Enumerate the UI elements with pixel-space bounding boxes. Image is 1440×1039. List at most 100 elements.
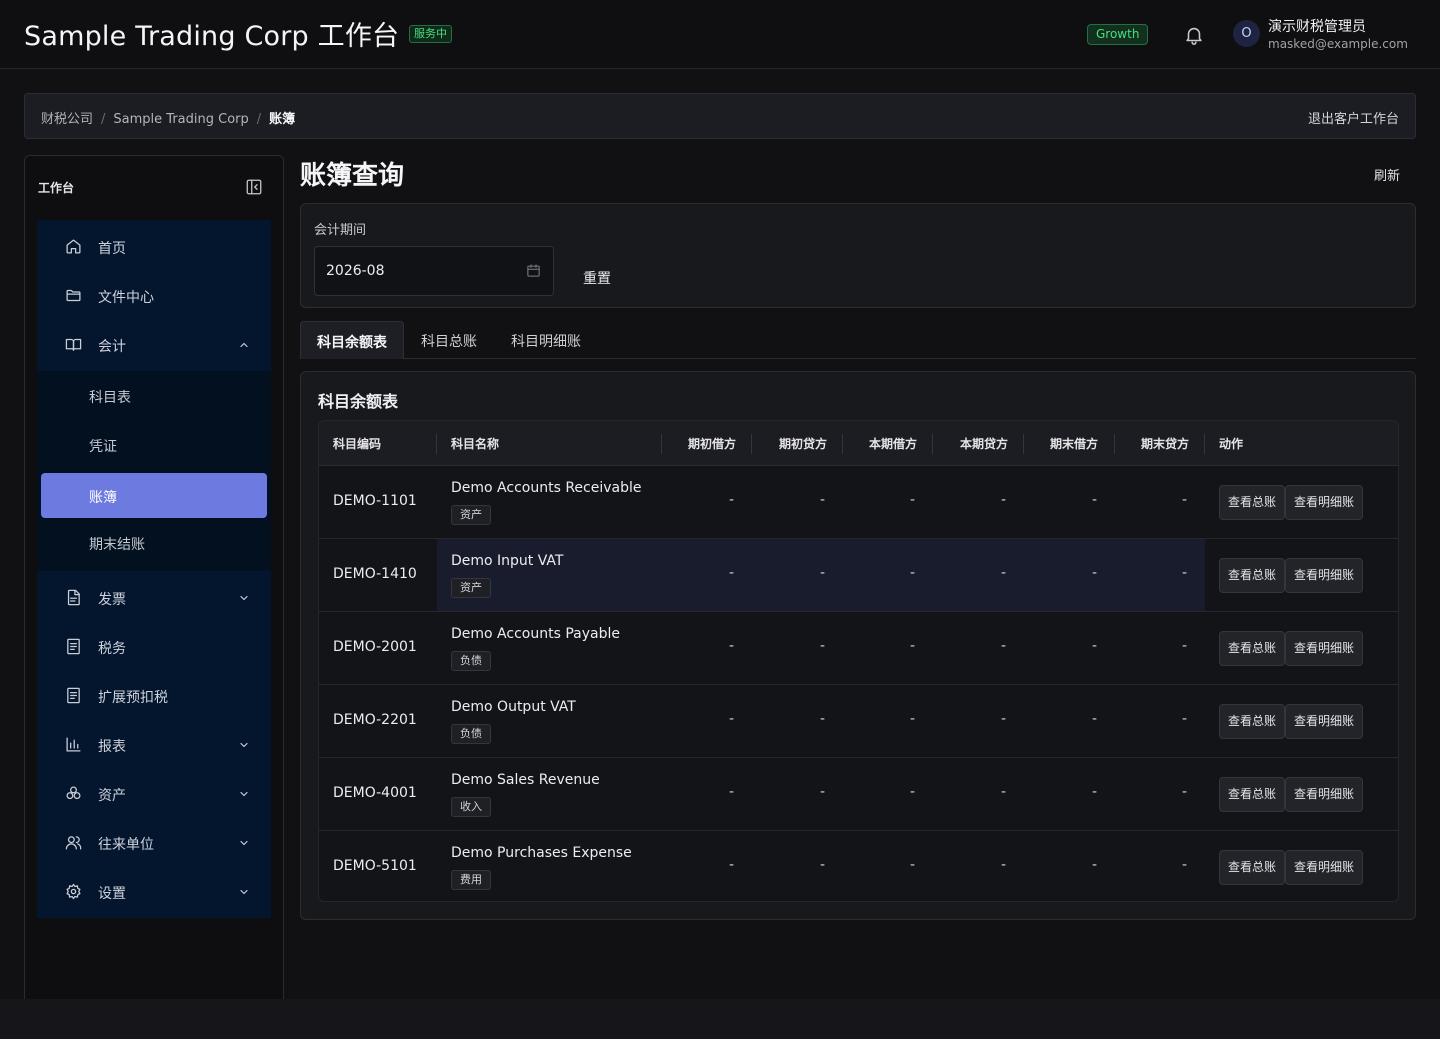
view-general-ledger-button[interactable]: 查看总账 [1219, 850, 1286, 885]
view-detail-ledger-button[interactable]: 查看明细账 [1285, 777, 1364, 812]
view-detail-ledger-button[interactable]: 查看明细账 [1285, 850, 1364, 885]
breadcrumb-item-client[interactable]: Sample Trading Corp [113, 112, 248, 127]
sidebar-item-label: 文件中心 [98, 290, 154, 306]
view-general-ledger-button[interactable]: 查看总账 [1219, 777, 1286, 812]
sidebar-item-accounting[interactable]: 会计 [37, 320, 271, 369]
opening-debit-value: - [729, 784, 735, 800]
account-name: Demo Purchases Expense [451, 845, 632, 861]
period-debit-value: - [910, 565, 916, 581]
column-header-opening-credit: 期初贷方 [779, 437, 828, 451]
user-name: 演示财税管理员 [1268, 19, 1366, 35]
submenu-item-period-close[interactable]: 期末结账 [37, 520, 271, 565]
avatar[interactable]: O [1233, 20, 1260, 47]
breadcrumb-bar: 财税公司 / Sample Trading Corp / 账簿 退出客户工作台 [24, 93, 1416, 139]
ledger-tabs: 科目余额表 科目总账 科目明细账 [300, 321, 1416, 359]
column-divider [1204, 434, 1205, 454]
chevron-down-icon [240, 742, 248, 748]
column-divider [1114, 434, 1115, 454]
sidebar-item-home[interactable]: 首页 [37, 222, 271, 271]
home-icon [66, 239, 81, 254]
view-general-ledger-button[interactable]: 查看总账 [1219, 485, 1286, 520]
sidebar-item-withholding[interactable]: 扩展预扣税 [37, 671, 271, 720]
footer-strip [0, 999, 1440, 1039]
column-header-opening-debit: 期初借方 [688, 437, 737, 451]
account-code: DEMO-1410 [333, 566, 417, 582]
bell-icon[interactable] [1183, 24, 1205, 46]
breadcrumb-separator: / [256, 112, 262, 127]
tab-general-ledger[interactable]: 科目总账 [414, 321, 484, 359]
chevron-down-icon [240, 889, 248, 895]
closing-credit-value: - [1182, 857, 1188, 873]
closing-debit-value: - [1092, 638, 1098, 654]
opening-credit-value: - [820, 784, 826, 800]
period-label: 会计期间 [314, 223, 367, 238]
closing-credit-value: - [1182, 638, 1188, 654]
reset-button[interactable]: 重置 [583, 268, 611, 288]
sidebar-item-counterparties[interactable]: 往来单位 [37, 818, 271, 867]
closing-credit-value: - [1182, 565, 1188, 581]
gear-icon [66, 883, 81, 900]
filter-card: 会计期间 2026-08 重置 [300, 203, 1416, 308]
submenu-item-chart-of-accounts[interactable]: 科目表 [37, 373, 271, 418]
opening-debit-value: - [729, 711, 735, 727]
chevron-down-icon [240, 791, 248, 797]
submenu-item-label: 科目表 [89, 390, 131, 406]
sidebar-nav: 首页 文件中心 会计 科目表 凭证 账簿 期末结账 发票 税务 扩展预扣税 报表… [37, 220, 271, 918]
sidebar-collapse-icon[interactable] [245, 178, 263, 196]
table-row: DEMO-1101 Demo Accounts Receivable 资产 - … [319, 466, 1398, 539]
view-detail-ledger-button[interactable]: 查看明细账 [1285, 485, 1364, 520]
sidebar-item-label: 报表 [98, 739, 126, 755]
view-general-ledger-button[interactable]: 查看总账 [1219, 631, 1286, 666]
period-debit-value: - [910, 711, 916, 727]
closing-debit-value: - [1092, 857, 1098, 873]
submenu-item-label: 凭证 [89, 439, 117, 455]
column-divider [436, 434, 437, 454]
sidebar-item-settings[interactable]: 设置 [37, 867, 271, 916]
account-type-tag: 资产 [451, 505, 491, 525]
sidebar-item-tax[interactable]: 税务 [37, 622, 271, 671]
account-code: DEMO-2201 [333, 712, 417, 728]
view-detail-ledger-button[interactable]: 查看明细账 [1285, 558, 1364, 593]
column-divider [751, 434, 752, 454]
view-general-ledger-button[interactable]: 查看总账 [1219, 704, 1286, 739]
period-debit-value: - [910, 857, 916, 873]
period-credit-value: - [1001, 492, 1007, 508]
period-debit-value: - [910, 638, 916, 654]
refresh-button[interactable]: 刷新 [1374, 165, 1400, 184]
account-name: Demo Accounts Payable [451, 626, 620, 642]
sidebar-item-reports[interactable]: 报表 [37, 720, 271, 769]
account-code: DEMO-1101 [333, 493, 417, 509]
sidebar-item-assets[interactable]: 资产 [37, 769, 271, 818]
submenu-item-ledgers[interactable]: 账簿 [41, 473, 267, 518]
column-header-name: 科目名称 [451, 437, 500, 451]
sidebar-item-files[interactable]: 文件中心 [37, 271, 271, 320]
tab-detail-ledger[interactable]: 科目明细账 [506, 321, 586, 359]
submenu-item-label: 期末结账 [89, 537, 145, 553]
period-debit-value: - [910, 492, 916, 508]
opening-debit-value: - [729, 857, 735, 873]
column-divider [842, 434, 843, 454]
view-detail-ledger-button[interactable]: 查看明细账 [1285, 704, 1364, 739]
period-credit-value: - [1001, 565, 1007, 581]
view-detail-ledger-button[interactable]: 查看明细账 [1285, 631, 1364, 666]
boxes-icon [66, 786, 81, 800]
tab-balance-sheet[interactable]: 科目余额表 [300, 321, 404, 359]
view-general-ledger-button[interactable]: 查看总账 [1219, 558, 1286, 593]
table-header: 科目编码 科目名称 期初借方 期初贷方 本期借方 本期贷方 期末借方 期末贷方 … [319, 421, 1398, 466]
exit-client-workspace-link[interactable]: 退出客户工作台 [1308, 108, 1399, 127]
chevron-up-icon [240, 342, 248, 348]
sidebar-item-label: 税务 [98, 641, 126, 657]
closing-debit-value: - [1092, 784, 1098, 800]
sidebar-item-invoices[interactable]: 发票 [37, 573, 271, 622]
sidebar-item-label: 会计 [98, 339, 126, 355]
app-title: Sample Trading Corp 工作台 [24, 21, 400, 52]
closing-credit-value: - [1182, 711, 1188, 727]
closing-debit-value: - [1092, 492, 1098, 508]
account-code: DEMO-4001 [333, 785, 417, 801]
calendar-icon[interactable] [526, 263, 541, 278]
period-input[interactable]: 2026-08 [314, 246, 554, 296]
account-type-tag: 负债 [451, 724, 491, 744]
opening-debit-value: - [729, 565, 735, 581]
breadcrumb-item-firm[interactable]: 财税公司 [41, 112, 93, 127]
submenu-item-vouchers[interactable]: 凭证 [37, 422, 271, 467]
